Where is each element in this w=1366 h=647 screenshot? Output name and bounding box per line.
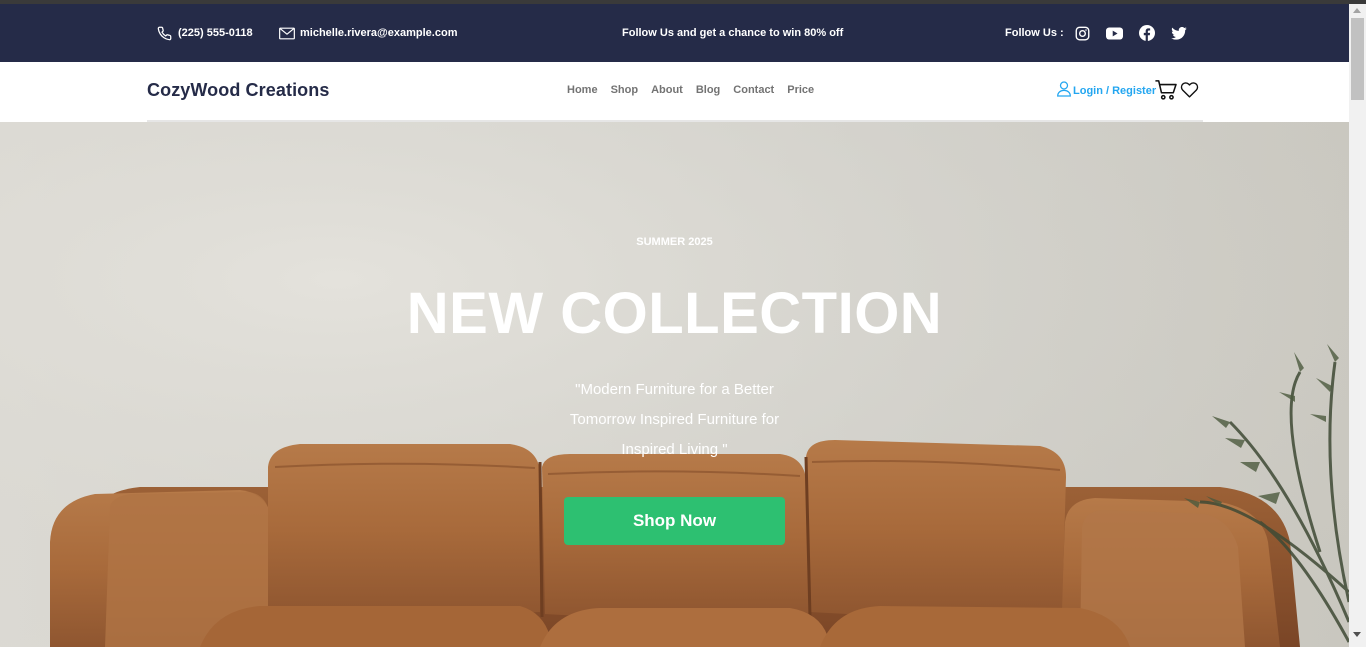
hero-description: "Modern Furniture for a Better Tomorrow … (569, 381, 780, 458)
main-navbar: CozyWood Creations Home Shop About Blog … (0, 62, 1349, 121)
instagram-icon[interactable] (1075, 4, 1090, 62)
nav-links: Home Shop About Blog Contact Price (567, 84, 814, 96)
nav-about[interactable]: About (651, 84, 683, 96)
mail-icon (279, 27, 300, 40)
nav-shop[interactable]: Shop (611, 84, 639, 96)
youtube-icon[interactable] (1106, 4, 1123, 62)
top-bar: (225) 555-0118 michelle.rivera@example.c… (0, 4, 1349, 62)
nav-blog[interactable]: Blog (696, 84, 720, 96)
promo-text: Follow Us and get a chance to win 80% of… (622, 27, 844, 39)
hero-subtitle: SUMMER 2025 (636, 236, 713, 248)
brand-logo[interactable]: CozyWood Creations (147, 80, 329, 101)
user-icon (1057, 81, 1073, 100)
scroll-up-arrow-icon[interactable] (1353, 8, 1361, 13)
vertical-scrollbar[interactable] (1349, 4, 1366, 647)
phone-icon (157, 26, 178, 41)
scrollbar-thumb[interactable] (1351, 18, 1364, 100)
email-address: michelle.rivera@example.com (300, 27, 458, 39)
scroll-down-arrow-icon[interactable] (1353, 632, 1361, 637)
nav-contact[interactable]: Contact (733, 84, 774, 96)
phone-number: (225) 555-0118 (178, 27, 253, 39)
cart-icon[interactable] (1155, 80, 1177, 105)
nav-price[interactable]: Price (787, 84, 814, 96)
hero-title: NEW COLLECTION (406, 281, 943, 346)
login-register-link[interactable]: Login / Register (1057, 81, 1156, 100)
contact-phone[interactable]: (225) 555-0118 (157, 4, 253, 62)
login-register-label: Login / Register (1073, 84, 1157, 97)
shop-now-button[interactable]: Shop Now (564, 497, 785, 545)
nav-home[interactable]: Home (567, 84, 598, 96)
hero-banner: SUMMER 2025 NEW COLLECTION "Modern Furni… (0, 122, 1349, 647)
follow-us-label: Follow Us : (1005, 27, 1064, 39)
twitter-icon[interactable] (1171, 4, 1187, 62)
contact-email[interactable]: michelle.rivera@example.com (279, 4, 457, 62)
heart-icon[interactable] (1180, 81, 1199, 103)
facebook-icon[interactable] (1139, 4, 1155, 62)
